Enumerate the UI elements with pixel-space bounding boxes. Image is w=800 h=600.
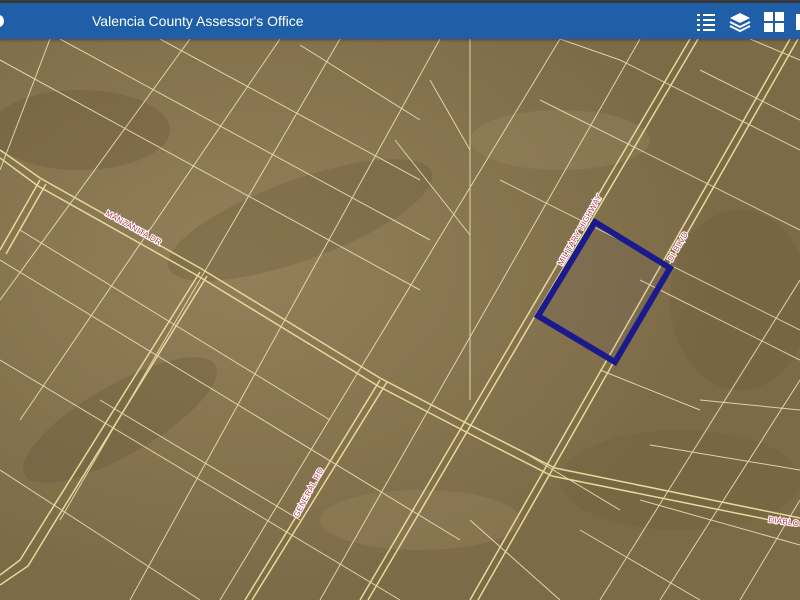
page-title: Valencia County Assessor's Office <box>92 13 304 29</box>
layers-icon[interactable] <box>728 10 752 34</box>
app-header: Valencia County Assessor's Office <box>0 3 800 39</box>
map-canvas[interactable]: MANZANITA DR MILITARY HIGHWAY DI BLVD GE… <box>0 39 800 600</box>
app-logo-icon <box>0 15 4 27</box>
legend-list-icon[interactable] <box>694 10 718 34</box>
map-view[interactable]: MANZANITA DR MILITARY HIGHWAY DI BLVD GE… <box>0 39 800 600</box>
basemap-gallery-icon[interactable] <box>762 10 786 34</box>
overflow-tool-icon[interactable] <box>796 10 800 34</box>
